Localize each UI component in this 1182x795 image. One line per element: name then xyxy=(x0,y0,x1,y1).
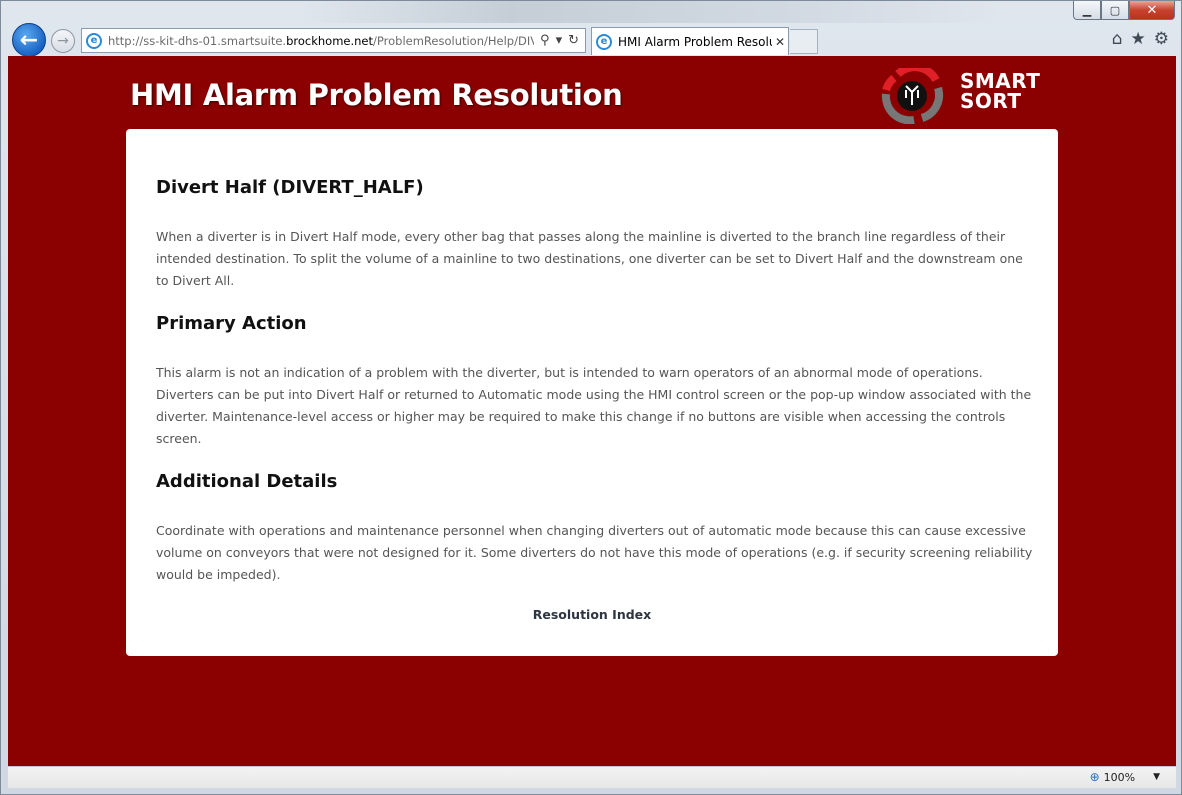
forward-button[interactable]: → xyxy=(51,29,75,53)
address-tools: ⚲ ▾ ↻ xyxy=(534,33,585,48)
chevron-down-icon[interactable]: ▼ xyxy=(1153,772,1160,782)
close-icon[interactable]: ✕ xyxy=(772,35,788,49)
home-icon[interactable]: ⌂ xyxy=(1112,29,1123,49)
favorites-star-icon[interactable]: ★ xyxy=(1131,29,1146,49)
logo-text: SMART SORT xyxy=(960,71,1040,111)
address-bar[interactable]: e http://ss-kit-dhs-01.smartsuite.brockh… xyxy=(81,28,586,53)
settings-gear-icon[interactable]: ⚙ xyxy=(1154,29,1169,49)
window-controls: ▁ ▢ ✕ xyxy=(1073,1,1175,20)
url-path: /ProblemResolution/Help/DIVERT_ xyxy=(373,33,534,48)
section-text-additional-details: Coordinate with operations and maintenan… xyxy=(156,523,1033,582)
new-tab-button[interactable] xyxy=(790,29,818,54)
close-window-button[interactable]: ✕ xyxy=(1129,1,1175,20)
section-text-divert-half: When a diverter is in Divert Half mode, … xyxy=(156,229,1023,288)
minimize-button[interactable]: ▁ xyxy=(1073,1,1101,20)
section-text-primary-action: This alarm is not an indication of a pro… xyxy=(156,365,1032,446)
zoom-icon: ⊕ xyxy=(1089,770,1100,784)
resolution-index-link[interactable]: Resolution Index xyxy=(126,607,1058,622)
refresh-icon[interactable]: ↻ xyxy=(568,33,579,48)
status-bar: ⊕ 100% ▼ xyxy=(8,766,1176,788)
url-domain: brockhome.net xyxy=(286,33,374,48)
url-text[interactable]: http://ss-kit-dhs-01.smartsuite.brockhom… xyxy=(108,34,534,48)
smart-sort-logo: SMART SORT xyxy=(878,63,1058,125)
zoom-level: 100% xyxy=(1103,770,1136,784)
tab-title: HMI Alarm Problem Resolu... xyxy=(618,34,772,49)
logo-line-sort: SORT xyxy=(960,89,1022,113)
page-title: HMI Alarm Problem Resolution xyxy=(130,78,623,112)
maximize-button[interactable]: ▢ xyxy=(1101,1,1129,20)
section-heading-primary-action: Primary Action xyxy=(156,313,307,334)
back-arrow-icon: ← xyxy=(19,27,39,53)
zoom-control[interactable]: ⊕ 100% ▼ xyxy=(1090,770,1160,784)
content-card: Divert Half (DIVERT_HALF) When a diverte… xyxy=(126,129,1058,656)
page-viewport: HMI Alarm Problem Resolution SMART SORT … xyxy=(8,56,1176,766)
url-prefix: http://ss-kit-dhs-01.smartsuite. xyxy=(108,33,287,48)
titlebar xyxy=(301,1,1001,23)
section-heading-additional-details: Additional Details xyxy=(156,471,338,492)
forward-arrow-icon: → xyxy=(57,33,69,49)
logo-line-smart: SMART xyxy=(960,69,1041,93)
browser-window: ▁ ▢ ✕ ← → e http://ss-kit-dhs-01.smartsu… xyxy=(0,0,1182,795)
search-icon[interactable]: ⚲ xyxy=(540,33,550,48)
section-heading-divert-half: Divert Half (DIVERT_HALF) xyxy=(156,177,424,198)
logo-mark-icon xyxy=(881,63,944,125)
browser-tools: ⌂ ★ ⚙ xyxy=(1112,29,1169,49)
ie-logo-icon: e xyxy=(596,33,612,50)
dropdown-icon[interactable]: ▾ xyxy=(556,33,563,48)
tab-hmi-alarm[interactable]: e HMI Alarm Problem Resolu... ✕ xyxy=(591,27,789,55)
ie-logo-icon: e xyxy=(86,32,102,49)
back-button[interactable]: ← xyxy=(12,23,46,57)
